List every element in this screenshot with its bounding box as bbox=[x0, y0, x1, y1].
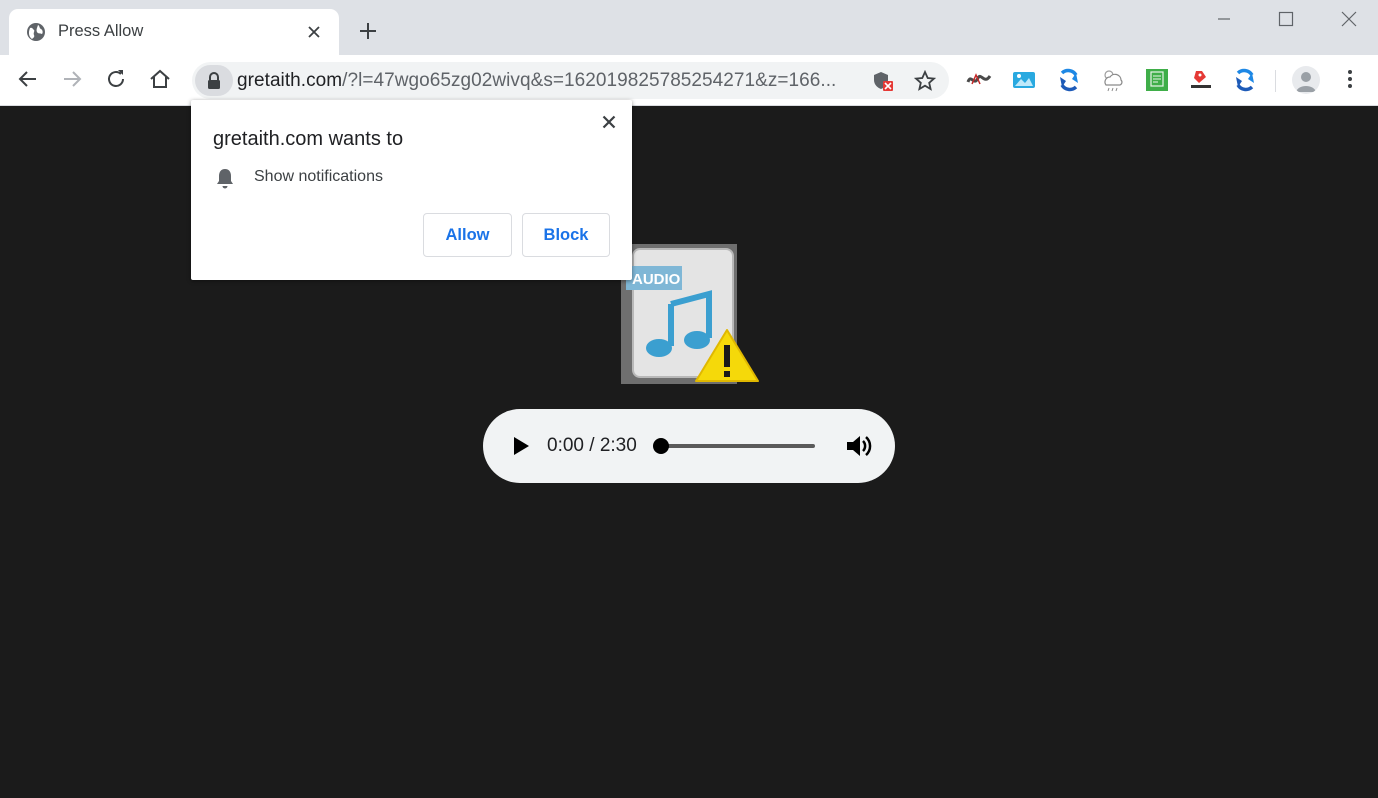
forward-arrow-icon[interactable] bbox=[60, 67, 84, 91]
extension-wave-icon[interactable] bbox=[966, 67, 992, 93]
minimize-icon[interactable] bbox=[1215, 10, 1233, 28]
tab-active[interactable]: Press Allow bbox=[9, 9, 339, 55]
star-icon[interactable] bbox=[913, 69, 937, 92]
audio-label: AUDIO bbox=[632, 271, 681, 288]
reload-icon[interactable] bbox=[104, 67, 128, 91]
bell-icon bbox=[215, 167, 235, 189]
extension-sync-icon-2[interactable] bbox=[1232, 67, 1258, 93]
browser-toolbar: gretaith.com/?l=47wgo65zg02wivq&s=162019… bbox=[0, 55, 1378, 106]
seek-bar[interactable] bbox=[653, 438, 815, 454]
tab-strip: Press Allow bbox=[0, 0, 1378, 55]
playback-time: 0:00 / 2:30 bbox=[547, 435, 637, 456]
maximize-icon[interactable] bbox=[1277, 10, 1295, 28]
extension-pdf-icon[interactable] bbox=[1144, 67, 1170, 93]
globe-icon bbox=[26, 22, 46, 42]
back-arrow-icon[interactable] bbox=[16, 67, 40, 91]
address-bar[interactable]: gretaith.com/?l=47wgo65zg02wivq&s=162019… bbox=[192, 62, 949, 99]
lock-icon bbox=[208, 72, 220, 89]
popup-close-icon[interactable] bbox=[601, 114, 617, 130]
extension-sync-icon[interactable] bbox=[1056, 67, 1082, 93]
notification-permission-popup: gretaith.com wants to Show notifications… bbox=[191, 100, 632, 280]
play-icon[interactable] bbox=[511, 435, 531, 457]
toolbar-separator bbox=[1275, 70, 1276, 92]
audio-file-warning-icon: AUDIO bbox=[621, 244, 761, 386]
url-host: gretaith.com bbox=[237, 70, 343, 91]
shield-blocked-icon[interactable] bbox=[872, 70, 894, 92]
menu-kebab-icon[interactable] bbox=[1338, 67, 1362, 91]
extension-weather-icon[interactable] bbox=[1100, 67, 1126, 93]
block-button[interactable]: Block bbox=[522, 213, 610, 257]
tab-close-icon[interactable] bbox=[306, 24, 322, 40]
volume-icon[interactable] bbox=[845, 433, 873, 459]
audio-player: 0:00 / 2:30 bbox=[483, 409, 895, 483]
profile-avatar-icon[interactable] bbox=[1292, 66, 1320, 94]
new-tab-icon[interactable] bbox=[356, 19, 380, 43]
extension-bestprice-icon[interactable] bbox=[1188, 67, 1214, 93]
popup-title: gretaith.com wants to bbox=[213, 128, 404, 150]
seek-thumb[interactable] bbox=[653, 438, 669, 454]
home-icon[interactable] bbox=[148, 67, 172, 91]
tab-title: Press Allow bbox=[58, 22, 144, 40]
extension-photo-icon[interactable] bbox=[1011, 67, 1037, 93]
url-path: /?l=47wgo65zg02wivq&s=162019825785254271… bbox=[342, 70, 837, 91]
url-text[interactable]: gretaith.com/?l=47wgo65zg02wivq&s=162019… bbox=[237, 70, 836, 92]
window-close-icon[interactable] bbox=[1340, 10, 1358, 28]
permission-text: Show notifications bbox=[254, 168, 383, 185]
allow-button[interactable]: Allow bbox=[423, 213, 512, 257]
site-info-button[interactable] bbox=[195, 65, 233, 96]
